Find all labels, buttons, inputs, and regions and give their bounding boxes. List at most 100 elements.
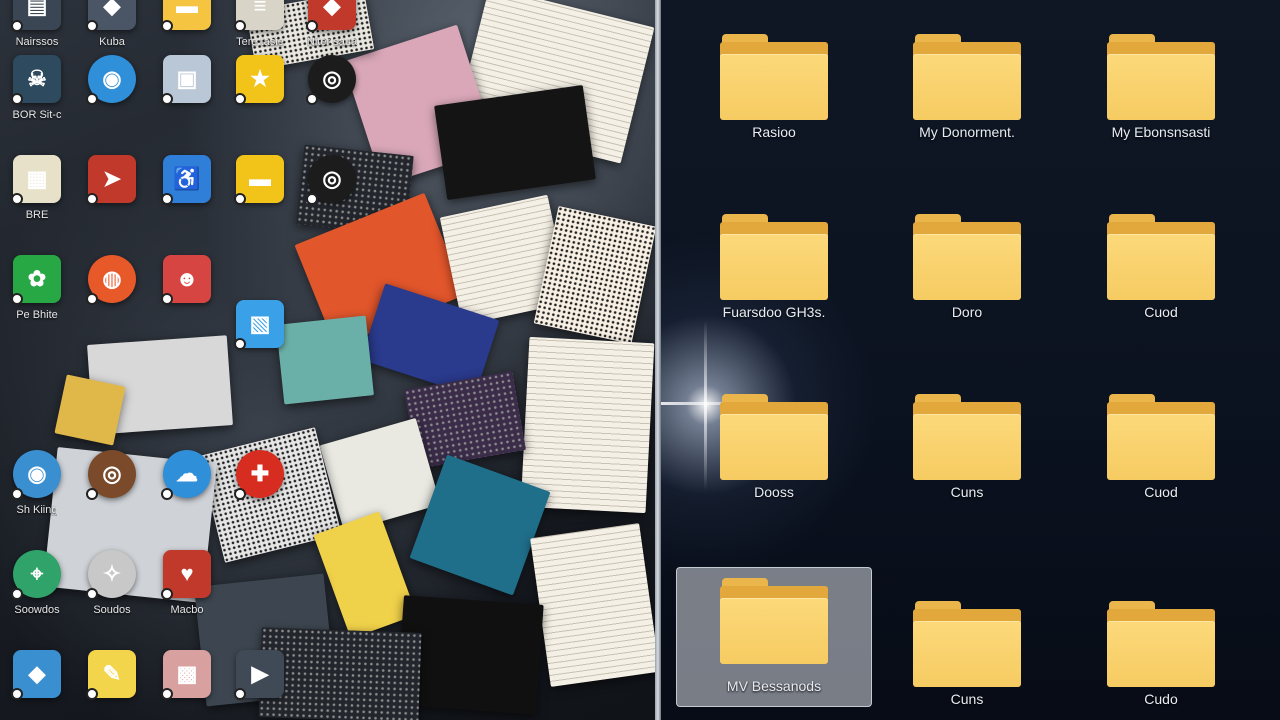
accessibility-icon: ♿ (161, 155, 211, 205)
shortcut-arrow-icon (306, 93, 318, 105)
cluttered-desktop-pane: ▤ Nairssos ◆ Kuba ▬ ≡ Tere tasie ◆ Niter saua ☠ BO… (0, 0, 655, 720)
folder-label: My Ebonsnsasti (1111, 124, 1211, 140)
app-icon: ◆ (86, 0, 136, 32)
organized-folders-pane: Rasioo My Donorment. My Ebonsnsasti Fuarsdo… (661, 0, 1280, 720)
desktop-shortcut[interactable]: ☻ (155, 255, 219, 327)
folder-label: Cuns (950, 691, 984, 707)
folder-item[interactable]: Rasioo (676, 0, 872, 140)
heart-icon: ♥ (161, 550, 211, 600)
desktop-shortcut[interactable]: ◆ Kuba (80, 0, 144, 54)
shortcut-arrow-icon (234, 488, 246, 500)
folder-label: Dooss (754, 484, 794, 500)
folder-icon: ▬ (234, 155, 284, 205)
desktop-shortcut[interactable]: ▤ Nairssos (5, 0, 69, 54)
desktop-shortcut-label: Pe Bhite (16, 309, 58, 321)
desktop-shortcut[interactable]: ➤ (80, 155, 144, 227)
document-icon: ▤ (11, 0, 61, 32)
shortcut-arrow-icon (161, 293, 173, 305)
shortcut-arrow-icon (11, 93, 23, 105)
note-icon: ✎ (86, 650, 136, 700)
desktop-shortcut[interactable]: ◎ (300, 55, 364, 127)
folder-label: Doro (951, 304, 983, 320)
folder-item[interactable]: Doro (869, 180, 1065, 320)
desktop-shortcut[interactable]: ✧ Soudos (80, 550, 144, 622)
desktop-shortcut[interactable]: ☁ (155, 450, 219, 522)
desktop-shortcut[interactable]: ▧ (228, 300, 292, 372)
shortcut-arrow-icon (306, 20, 318, 32)
desktop-shortcut[interactable]: ◎ (80, 450, 144, 522)
folder-icon (913, 601, 1021, 687)
desktop-shortcut[interactable]: ✚ (228, 450, 292, 522)
browser-icon: ◍ (86, 255, 136, 305)
picture-icon: ▧ (234, 300, 284, 350)
desktop-shortcut-label: Tere tasie (236, 36, 284, 48)
desktop-shortcut[interactable]: ◎ (300, 155, 364, 227)
shortcut-arrow-icon (161, 488, 173, 500)
folder-item[interactable]: Cuns (869, 567, 1065, 707)
desktop-shortcut[interactable]: ☠ BOR Sit-c (5, 55, 69, 127)
folder-icon (913, 214, 1021, 300)
desktop-shortcut[interactable]: ◍ (80, 255, 144, 327)
desktop-shortcut-label: Kuba (99, 36, 125, 48)
globe-icon: ◉ (11, 450, 61, 500)
desktop-shortcut[interactable]: ♥ Macbo (155, 550, 219, 622)
folder-icon (720, 578, 828, 664)
collage-shard (520, 336, 655, 514)
collage-shard (530, 523, 655, 687)
folder-item[interactable]: Fuarsdoo GH3s. (676, 180, 872, 320)
shortcut-arrow-icon (86, 20, 98, 32)
shortcut-arrow-icon (86, 488, 98, 500)
desktop-shortcut[interactable]: ✎ (80, 650, 144, 720)
folder-item[interactable]: Dooss (676, 360, 872, 500)
desktop-shortcut[interactable]: ▬ (155, 0, 219, 54)
folder-item[interactable]: Cuns (869, 360, 1065, 500)
desktop-shortcut[interactable]: ⌖ Soowdos (5, 550, 69, 622)
folder-item[interactable]: Cuod (1063, 180, 1259, 320)
shortcut-arrow-icon (11, 688, 23, 700)
folder-item[interactable]: My Donorment. (869, 0, 1065, 140)
folder-icon (720, 394, 828, 480)
desktop-shortcut[interactable]: ◉ (80, 55, 144, 127)
folder-item[interactable]: Cuod (1063, 360, 1259, 500)
folder-icon (913, 394, 1021, 480)
folder-item[interactable]: Cudo (1063, 567, 1259, 707)
shortcut-arrow-icon (161, 20, 173, 32)
desktop-shortcut[interactable]: ◆ (5, 650, 69, 720)
desktop-shortcut[interactable]: ◆ Niter saua (300, 0, 364, 54)
collage-shard (434, 85, 596, 200)
leaf-icon: ✿ (11, 255, 61, 305)
desktop-shortcut-label: Niter saua (306, 36, 358, 48)
shortcut-arrow-icon (11, 588, 23, 600)
folder-icon (1107, 214, 1215, 300)
folder-item[interactable]: My Ebonsnsasti (1063, 0, 1259, 140)
desktop-shortcut-label: BOR Sit-c (12, 109, 62, 121)
desktop-shortcut-label: Soowdos (14, 604, 60, 616)
desktop-shortcut[interactable]: ✿ Pe Bhite (5, 255, 69, 327)
shortcut-arrow-icon (161, 688, 173, 700)
folder-icon: ▬ (161, 0, 211, 32)
shortcut-arrow-icon (86, 193, 98, 205)
folder-item[interactable]: MV Bessanods (676, 567, 872, 707)
desktop-shortcut[interactable]: ≡ Tere tasie (228, 0, 292, 54)
app-icon: ◆ (11, 650, 61, 700)
folder-label: Cuod (1144, 484, 1178, 500)
desktop-shortcut[interactable]: ★ (228, 55, 292, 127)
cloud-icon: ☁ (161, 450, 211, 500)
desktop-shortcut[interactable]: ▶ (228, 650, 292, 720)
arrow-icon: ➤ (86, 155, 136, 205)
desktop-shortcut[interactable]: ▣ (155, 55, 219, 127)
desktop-shortcut[interactable]: ▦ BRE (5, 155, 69, 227)
desktop-shortcut-label: Soudos (93, 604, 131, 616)
desktop-shortcut[interactable]: ♿ (155, 155, 219, 227)
folder-icon (720, 214, 828, 300)
desktop-shortcut[interactable]: ◉ Sh Kiing (5, 450, 69, 522)
shortcut-arrow-icon (86, 93, 98, 105)
video-icon: ▶ (234, 650, 284, 700)
shortcut-arrow-icon (234, 688, 246, 700)
desktop-shortcut[interactable]: ▬ (228, 155, 292, 227)
plus-icon: ✚ (234, 450, 284, 500)
desktop-shortcut[interactable]: ▩ (155, 650, 219, 720)
folder-icon (1107, 34, 1215, 120)
printer-icon: ▣ (161, 55, 211, 105)
shortcut-arrow-icon (161, 588, 173, 600)
